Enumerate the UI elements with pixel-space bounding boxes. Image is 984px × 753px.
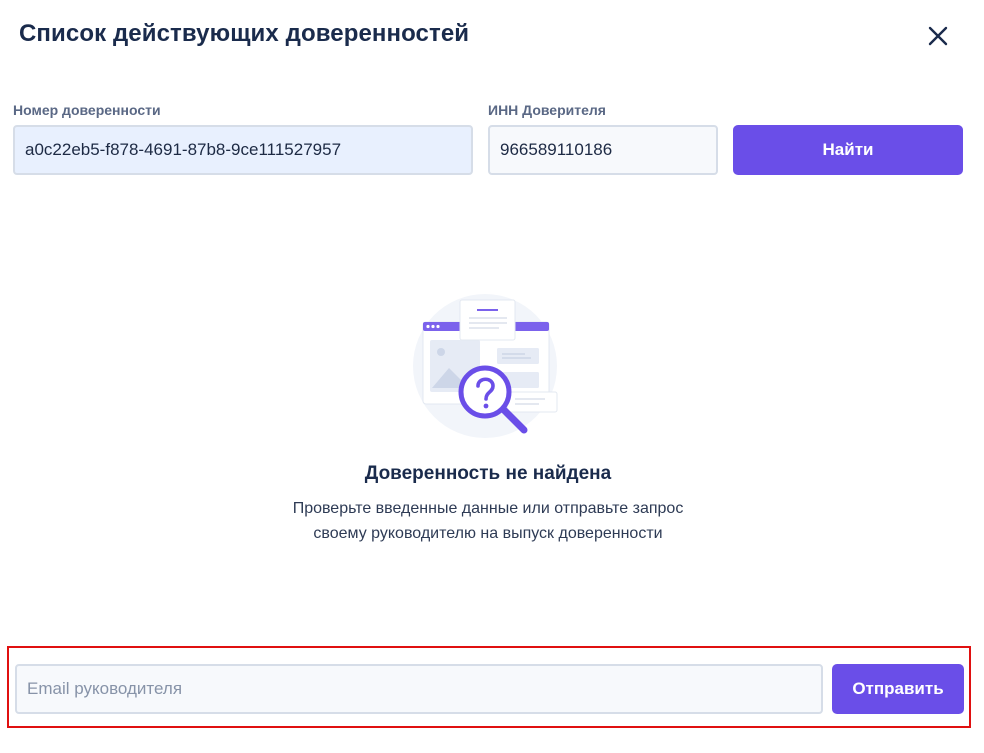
send-button[interactable]: Отправить — [832, 664, 964, 714]
empty-state-title: Доверенность не найдена — [364, 463, 612, 484]
dialog-title: Список действующих доверенностей — [19, 20, 470, 47]
manager-request-section: Отправить — [7, 646, 971, 728]
not-found-illustration — [405, 288, 575, 448]
document-search-icon — [413, 294, 558, 438]
find-button[interactable]: Найти — [733, 125, 963, 175]
principal-inn-input[interactable] — [488, 125, 718, 175]
power-of-attorney-dialog: Список действующих доверенностей Номер д… — [0, 0, 984, 753]
close-icon — [928, 26, 948, 46]
manager-email-input[interactable] — [15, 664, 823, 714]
empty-state-description-line1: Проверьте введенные данные или отправьте… — [292, 500, 684, 517]
attorney-number-input[interactable] — [13, 125, 473, 175]
number-field-label: Номер доверенности — [13, 102, 161, 118]
empty-state-description-line2: своему руководителю на выпуск довереннос… — [313, 525, 663, 542]
close-button[interactable] — [922, 20, 954, 52]
inn-field-label: ИНН Доверителя — [488, 102, 606, 118]
